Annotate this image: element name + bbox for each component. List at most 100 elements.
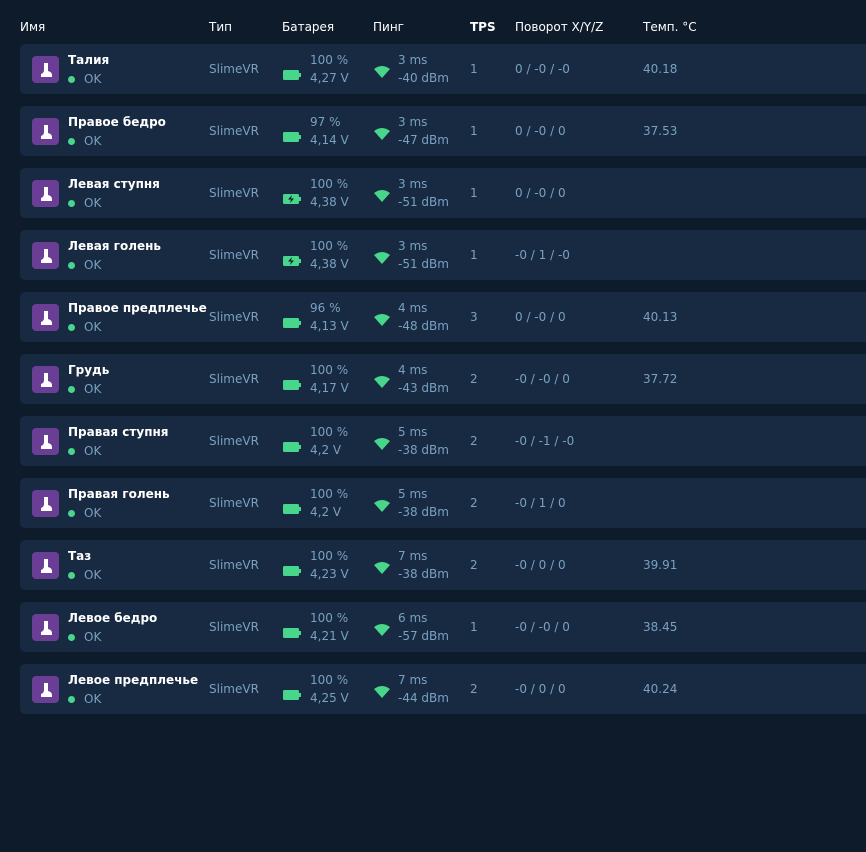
signal-strength: -48 dBm (398, 319, 449, 333)
status-text: OK (84, 630, 102, 644)
tracker-row[interactable]: Левое предплечье OK SlimeVR 100 % 4,25 V… (20, 664, 866, 714)
temperature-value: 39.91 (643, 558, 678, 572)
rotation-value: 0 / -0 / 0 (515, 124, 566, 138)
tracker-status: OK (68, 444, 101, 458)
ping-value: 3 ms (398, 239, 428, 253)
signal-strength: -51 dBm (398, 195, 449, 209)
signal-strength: -40 dBm (398, 71, 449, 85)
header-name: Имя (20, 20, 46, 34)
header-tps: TPS (470, 20, 496, 34)
tracker-row[interactable]: Левая ступня OK SlimeVR 100 % 4,38 V 3 m… (20, 168, 866, 218)
status-text: OK (84, 506, 102, 520)
tracker-row[interactable]: Правое бедро OK SlimeVR 97 % 4,14 V 3 ms… (20, 106, 866, 156)
header-rotation: Поворот X/Y/Z (515, 20, 604, 34)
signal-strength: -38 dBm (398, 443, 449, 457)
tracker-status: OK (68, 568, 101, 582)
temperature-value: 40.13 (643, 310, 678, 324)
battery-icon (283, 437, 301, 456)
battery-icon (283, 65, 301, 84)
battery-charging-icon (283, 251, 301, 270)
wifi-icon (374, 683, 390, 702)
signal-strength: -38 dBm (398, 567, 449, 581)
battery-voltage: 4,14 V (310, 133, 349, 147)
status-text: OK (84, 196, 102, 210)
tps-value: 2 (470, 558, 478, 572)
tracker-row[interactable]: Грудь OK SlimeVR 100 % 4,17 V 4 ms -43 d… (20, 354, 866, 404)
tracker-type: SlimeVR (209, 372, 259, 386)
tracker-row[interactable]: Талия OK SlimeVR 100 % 4,27 V 3 ms -40 d… (20, 44, 866, 94)
battery-percent: 100 % (310, 487, 349, 501)
rotation-value: -0 / 1 / -0 (515, 248, 570, 262)
tracker-name: Таз (68, 549, 92, 563)
tracker-name: Левое бедро (68, 611, 158, 625)
tracker-row[interactable]: Левая голень OK SlimeVR 100 % 4,38 V 3 m… (20, 230, 866, 280)
wifi-icon (374, 559, 390, 578)
battery-icon (283, 499, 301, 518)
tps-value: 1 (470, 186, 478, 200)
status-dot-icon (68, 633, 75, 641)
foot-icon (32, 304, 59, 331)
ping-value: 3 ms (398, 177, 428, 191)
tracker-row[interactable]: Правое предплечье OK SlimeVR 96 % 4,13 V… (20, 292, 866, 342)
wifi-icon (374, 125, 390, 144)
status-dot-icon (68, 695, 75, 703)
rotation-value: -0 / -0 / 0 (515, 372, 570, 386)
ping-value: 4 ms (398, 301, 428, 315)
battery-voltage: 4,2 V (310, 505, 342, 519)
battery-percent: 97 % (310, 115, 341, 129)
ping-value: 3 ms (398, 53, 428, 67)
status-text: OK (84, 320, 102, 334)
tracker-name: Левое предплечье (68, 673, 199, 687)
wifi-icon (374, 311, 390, 330)
temperature-value: 37.53 (643, 124, 678, 138)
ping-value: 7 ms (398, 673, 428, 687)
rotation-value: 0 / -0 / 0 (515, 186, 566, 200)
foot-icon (32, 614, 59, 641)
battery-icon (283, 313, 301, 332)
battery-percent: 100 % (310, 425, 349, 439)
foot-icon (32, 180, 59, 207)
battery-voltage: 4,25 V (310, 691, 349, 705)
tracker-row[interactable]: Правая ступня OK SlimeVR 100 % 4,2 V 5 m… (20, 416, 866, 466)
wifi-icon (374, 373, 390, 392)
temperature-value: 40.24 (643, 682, 678, 696)
ping-value: 3 ms (398, 115, 428, 129)
status-dot-icon (68, 447, 75, 455)
signal-strength: -47 dBm (398, 133, 449, 147)
battery-voltage: 4,27 V (310, 71, 349, 85)
wifi-icon (374, 249, 390, 268)
tps-value: 2 (470, 434, 478, 448)
tracker-type: SlimeVR (209, 248, 259, 262)
tracker-status: OK (68, 630, 101, 644)
status-text: OK (84, 72, 102, 86)
tps-value: 2 (470, 682, 478, 696)
signal-strength: -57 dBm (398, 629, 449, 643)
temperature-value: 38.45 (643, 620, 678, 634)
header-temp: Темп. °C (643, 20, 697, 34)
battery-icon (283, 623, 301, 642)
rotation-value: -0 / -1 / -0 (515, 434, 575, 448)
tracker-type: SlimeVR (209, 186, 259, 200)
tracker-type: SlimeVR (209, 124, 259, 138)
tracker-row[interactable]: Таз OK SlimeVR 100 % 4,23 V 7 ms -38 dBm… (20, 540, 866, 590)
tps-value: 1 (470, 62, 478, 76)
tracker-type: SlimeVR (209, 620, 259, 634)
tracker-type: SlimeVR (209, 558, 259, 572)
battery-percent: 100 % (310, 53, 349, 67)
wifi-icon (374, 497, 390, 516)
temperature-value: 37.72 (643, 372, 678, 386)
battery-percent: 100 % (310, 363, 349, 377)
status-dot-icon (68, 75, 75, 83)
tracker-row[interactable]: Правая голень OK SlimeVR 100 % 4,2 V 5 m… (20, 478, 866, 528)
tracker-type: SlimeVR (209, 434, 259, 448)
tracker-row[interactable]: Левое бедро OK SlimeVR 100 % 4,21 V 6 ms… (20, 602, 866, 652)
status-dot-icon (68, 137, 75, 145)
battery-icon (283, 685, 301, 704)
battery-percent: 100 % (310, 611, 349, 625)
status-dot-icon (68, 323, 75, 331)
signal-strength: -38 dBm (398, 505, 449, 519)
battery-icon (283, 127, 301, 146)
ping-value: 5 ms (398, 425, 428, 439)
wifi-icon (374, 435, 390, 454)
tracker-status: OK (68, 320, 101, 334)
